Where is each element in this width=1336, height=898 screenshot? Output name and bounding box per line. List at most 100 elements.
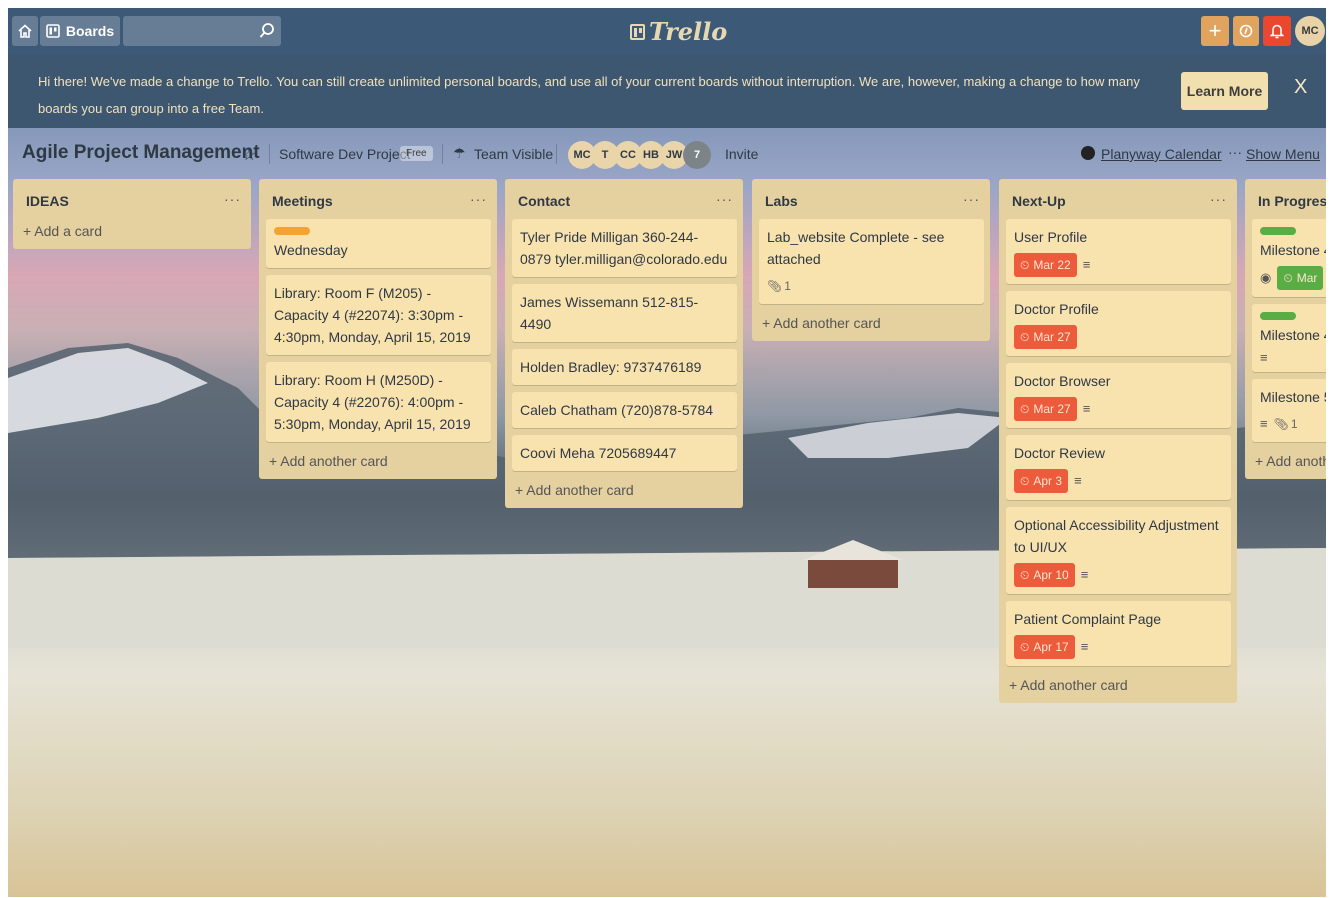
due-date-badge[interactable]: ⏲︎ Mar 27 (1014, 397, 1077, 421)
add-card-button[interactable]: + Add another card (505, 478, 743, 508)
list-in-progress: In Progress Milestone 4 Coovi & Tori ◉ ⏲… (1245, 179, 1326, 479)
list-title[interactable]: Labs (765, 193, 798, 209)
list-header[interactable]: In Progress (1245, 179, 1326, 219)
list-card[interactable]: Doctor Browser ⏲︎ Mar 27 ≡ (1006, 363, 1231, 428)
trello-logo[interactable]: Trello (630, 17, 727, 46)
card-title: Milestone 5 (1260, 389, 1326, 405)
list-card[interactable]: Milestone 4 Holden & Ca ≡ (1252, 304, 1326, 372)
due-date-badge[interactable]: ⏲︎ Mar 22 (1014, 253, 1077, 277)
card-badges: ⏲︎ Mar 27 (1014, 325, 1223, 349)
boards-icon (46, 24, 60, 38)
due-date-badge[interactable]: ⏲︎ Mar (1277, 266, 1324, 290)
add-card-button[interactable]: + Add another card (259, 449, 497, 479)
card-title: Optional Accessibility Adjustment to UI/… (1014, 517, 1219, 555)
list-header[interactable]: Labs ··· (752, 179, 990, 219)
due-date-badge[interactable]: ⏲︎ Apr 10 (1014, 563, 1075, 587)
search-input[interactable] (123, 16, 281, 46)
card-title: Doctor Profile (1014, 301, 1099, 317)
home-button[interactable] (12, 16, 38, 46)
list-header[interactable]: Contact ··· (505, 179, 743, 219)
add-card-button[interactable]: + Add a card (13, 219, 251, 249)
due-date-badge[interactable]: ⏲︎ Mar 27 (1014, 325, 1077, 349)
card-badges: ⏲︎ Mar 22 ≡ (1014, 253, 1223, 277)
card-title: Milestone 4 Holden & Ca (1260, 327, 1326, 343)
info-button[interactable] (1233, 16, 1259, 46)
team-name[interactable]: Software Dev Project (279, 146, 411, 162)
board-title[interactable]: Agile Project Management (22, 142, 260, 164)
list-card[interactable]: Optional Accessibility Adjustment to UI/… (1006, 507, 1231, 594)
list-card[interactable]: Milestone 5 ≡ 📎︎ 1 (1252, 379, 1326, 442)
list-header[interactable]: Meetings ··· (259, 179, 497, 219)
list-card[interactable]: Coovi Meha 7205689447 (512, 435, 737, 471)
planyway-calendar-link[interactable]: Planyway Calendar (1101, 146, 1222, 162)
list-card[interactable]: Library: Room F (M205) - Capacity 4 (#22… (266, 275, 491, 355)
boards-button[interactable]: Boards (40, 16, 120, 46)
list-card[interactable]: James Wissemann 512-815-4490 (512, 284, 737, 342)
list-header[interactable]: IDEAS ··· (13, 179, 251, 219)
member-count[interactable]: 7 (683, 141, 711, 169)
list-title[interactable]: In Progress (1258, 193, 1326, 209)
list-card[interactable]: User Profile ⏲︎ Mar 22 ≡ (1006, 219, 1231, 284)
card-badges: ⏲︎ Apr 10 ≡ (1014, 563, 1223, 587)
list-card[interactable]: Library: Room H (M250D) - Capacity 4 (#2… (266, 362, 491, 442)
list-menu-icon[interactable]: ··· (470, 191, 487, 207)
list-card[interactable]: Doctor Profile ⏲︎ Mar 27 (1006, 291, 1231, 356)
visibility-button[interactable]: Team Visible (474, 146, 553, 162)
due-date: Apr 3 (1033, 474, 1063, 488)
close-banner-button[interactable]: X (1294, 76, 1307, 99)
more-icon: ··· (1228, 144, 1242, 160)
description-icon: ≡ (1082, 257, 1091, 272)
clock-icon: ⏲︎ (1283, 271, 1293, 285)
card-title: James Wissemann 512-815-4490 (520, 294, 699, 332)
card-title: Holden Bradley: 9737476189 (520, 359, 702, 375)
add-card-label: Add another card (1266, 453, 1326, 469)
clock-icon: ⏲︎ (1020, 402, 1030, 416)
free-badge: Free (400, 146, 433, 161)
list-card[interactable]: Holden Bradley: 9737476189 (512, 349, 737, 385)
card-title: Caleb Chatham (720)878-5784 (520, 402, 714, 418)
list-header[interactable]: Next-Up ··· (999, 179, 1237, 219)
trello-logo-icon (630, 23, 645, 40)
paperclip-icon: 📎︎ (1273, 417, 1289, 431)
due-date-badge[interactable]: ⏲︎ Apr 3 (1014, 469, 1069, 493)
card-badges: ⏲︎ Apr 17 ≡ (1014, 635, 1223, 659)
list-card[interactable]: Caleb Chatham (720)878-5784 (512, 392, 737, 428)
notifications-button[interactable] (1263, 16, 1291, 46)
list-menu-icon[interactable]: ··· (224, 191, 241, 207)
user-avatar[interactable]: MC (1295, 16, 1325, 46)
banner-message: Hi there! We've made a change to Trello.… (38, 74, 1140, 116)
attachment-badge: 📎︎ 1 (767, 275, 791, 297)
clock-icon: ⏲︎ (1020, 568, 1030, 582)
list-meetings: Meetings ··· Wednesday Library: Room F (… (259, 179, 497, 479)
card-title: Doctor Browser (1014, 373, 1111, 389)
add-card-button[interactable]: + Add another card (752, 311, 990, 341)
list-title[interactable]: Contact (518, 193, 570, 209)
list-menu-icon[interactable]: ··· (716, 191, 733, 207)
list-card[interactable]: Milestone 4 Coovi & Tori ◉ ⏲︎Mar (1252, 219, 1326, 297)
add-card-label: Add another card (280, 453, 388, 469)
create-button[interactable]: + (1201, 16, 1229, 46)
list-card[interactable]: Tyler Pride Milligan 360-244-0879 tyler.… (512, 219, 737, 277)
description-icon: ≡ (1074, 473, 1082, 488)
list-card[interactable]: Lab_website Complete - see attached 📎︎ 1 (759, 219, 984, 304)
list-title[interactable]: Meetings (272, 193, 333, 209)
due-date-badge[interactable]: ⏲︎ Apr 17 (1014, 635, 1075, 659)
list-title[interactable]: Next-Up (1012, 193, 1066, 209)
add-card-label: Add a card (34, 223, 103, 239)
due-date: Mar 22 (1033, 258, 1071, 272)
star-icon[interactable]: ☆ (242, 145, 256, 165)
add-card-button[interactable]: + Add another card (1245, 449, 1326, 479)
add-card-button[interactable]: + Add another card (999, 673, 1237, 703)
learn-more-button[interactable]: Learn More (1181, 72, 1268, 110)
attachment-count: 1 (1290, 417, 1298, 431)
list-menu-icon[interactable]: ··· (1210, 191, 1227, 207)
invite-button[interactable]: Invite (725, 146, 758, 162)
list-card[interactable]: Doctor Review ⏲︎ Apr 3 ≡ (1006, 435, 1231, 500)
card-title: Lab_website Complete - see attached (767, 229, 945, 267)
list-title[interactable]: IDEAS (26, 193, 69, 209)
list-menu-icon[interactable]: ··· (963, 191, 980, 207)
list-card[interactable]: Patient Complaint Page ⏲︎ Apr 17 ≡ (1006, 601, 1231, 666)
list-card[interactable]: Wednesday (266, 219, 491, 268)
divider (556, 144, 557, 164)
show-menu-button[interactable]: Show Menu (1246, 146, 1320, 162)
